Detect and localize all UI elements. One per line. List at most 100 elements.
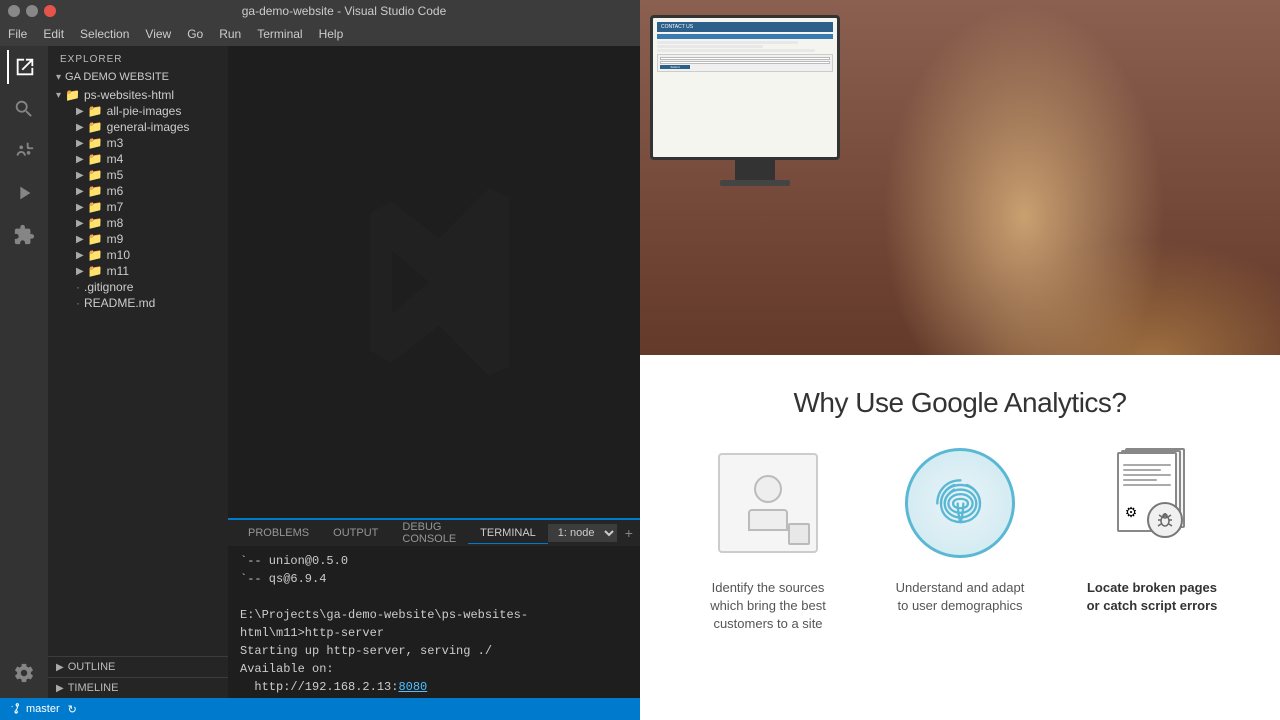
activity-bar: [0, 46, 48, 698]
terminal-line: `-- union@0.5.0: [240, 552, 628, 570]
git-branch-indicator[interactable]: master: [8, 702, 60, 716]
feature-text-bugs: Locate broken pages or catch script erro…: [1087, 579, 1218, 615]
menu-terminal[interactable]: Terminal: [257, 27, 302, 41]
website-content-block: [657, 45, 763, 48]
terminal-line: [240, 588, 628, 606]
folder-arrow-icon: ▶: [76, 186, 84, 197]
outline-arrow-icon: ▶: [56, 662, 64, 673]
run-debug-activity-icon[interactable]: [7, 176, 41, 210]
tab-debug-console[interactable]: DEBUG CONSOLE: [390, 517, 468, 550]
menu-edit[interactable]: Edit: [43, 27, 64, 41]
explorer-tree: ▾ 📁 ps-websites-html ▶ 📁 all-pie-images …: [48, 85, 228, 313]
folder-label: m6: [107, 184, 124, 198]
folder-icon: 📁: [88, 168, 103, 182]
tree-item-m4[interactable]: ▶ 📁 m4: [48, 151, 228, 167]
folder-label: m8: [107, 216, 124, 230]
terminal-instance-selector[interactable]: 1: node: [548, 524, 617, 542]
tree-item-m8[interactable]: ▶ 📁 m8: [48, 215, 228, 231]
slide-title: Why Use Google Analytics?: [640, 355, 1280, 443]
tree-item-m9[interactable]: ▶ 📁 m9: [48, 231, 228, 247]
sidebar-bottom: ▶ OUTLINE ▶ TIMELINE: [48, 656, 228, 698]
menu-run[interactable]: Run: [219, 27, 241, 41]
file-icon: ·: [76, 280, 80, 294]
folder-label: ps-websites-html: [84, 88, 174, 102]
sidebar-explorer: Explorer ▾ GA DEMO WEBSITE ▾ 📁 ps-websit…: [48, 46, 228, 698]
website-input: [660, 61, 830, 64]
minimize-button[interactable]: [8, 5, 20, 17]
source-control-activity-icon[interactable]: [7, 134, 41, 168]
window-title: ga-demo-website - Visual Studio Code: [56, 4, 632, 18]
folder-arrow-icon: ▶: [76, 202, 84, 213]
folder-arrow-icon: ▶: [76, 122, 84, 133]
project-section[interactable]: ▾ GA DEMO WEBSITE: [48, 69, 228, 85]
main-area: Explorer ▾ GA DEMO WEBSITE ▾ 📁 ps-websit…: [0, 46, 640, 698]
tree-item-m5[interactable]: ▶ 📁 m5: [48, 167, 228, 183]
git-branch-label: master: [26, 703, 60, 715]
maximize-button[interactable]: [26, 5, 38, 17]
menu-selection[interactable]: Selection: [80, 27, 129, 41]
folder-icon: 📁: [88, 120, 103, 134]
folder-icon: 📁: [88, 152, 103, 166]
timeline-section[interactable]: ▶ TIMELINE: [48, 677, 228, 698]
folder-icon: 📁: [65, 88, 80, 102]
terminal-content[interactable]: `-- union@0.5.0 `-- qs@6.9.4 E:\Projects…: [228, 546, 640, 698]
sync-button[interactable]: ↻: [68, 703, 77, 716]
menu-help[interactable]: Help: [319, 27, 344, 41]
menu-view[interactable]: View: [145, 27, 171, 41]
tree-item-ps-websites-html[interactable]: ▾ 📁 ps-websites-html: [48, 87, 228, 103]
feature-card-sources: Identify the sources which bring the bes…: [688, 443, 848, 634]
tree-item-m3[interactable]: ▶ 📁 m3: [48, 135, 228, 151]
tree-item-m10[interactable]: ▶ 📁 m10: [48, 247, 228, 263]
search-activity-icon[interactable]: [7, 92, 41, 126]
feature-icon-bugs: ⚙: [1092, 443, 1212, 563]
menu-file[interactable]: File: [8, 27, 27, 41]
terminal-add-button[interactable]: +: [625, 525, 633, 541]
feature-text-line1: Understand and adapt: [896, 580, 1025, 595]
close-button[interactable]: [44, 5, 56, 17]
menu-go[interactable]: Go: [187, 27, 203, 41]
feature-text-line2: or catch script errors: [1087, 598, 1218, 613]
document-pages-icon: ⚙: [1117, 448, 1187, 533]
tab-output[interactable]: OUTPUT: [321, 523, 390, 544]
person-head-icon: [754, 475, 782, 503]
folder-label: m7: [107, 200, 124, 214]
doc-page-front-icon: ⚙: [1117, 452, 1177, 532]
terminal-panel: PROBLEMS OUTPUT DEBUG CONSOLE TERMINAL 1…: [228, 518, 640, 698]
editor-area: PROBLEMS OUTPUT DEBUG CONSOLE TERMINAL 1…: [228, 46, 640, 698]
tree-item-m11[interactable]: ▶ 📁 m11: [48, 263, 228, 279]
doc-line-icon: [1123, 469, 1161, 471]
folder-icon: 📁: [88, 184, 103, 198]
folder-icon: 📁: [88, 104, 103, 118]
tree-item-general-images[interactable]: ▶ 📁 general-images: [48, 119, 228, 135]
terminal-line: E:\Projects\ga-demo-website\ps-websites-…: [240, 606, 628, 642]
fingerprint-circle-icon: [905, 448, 1015, 558]
tree-item-gitignore[interactable]: · .gitignore: [48, 279, 228, 295]
tree-item-readme[interactable]: · README.md: [48, 295, 228, 311]
statusbar: master ↻: [0, 698, 640, 720]
doc-line-icon: [1123, 479, 1157, 481]
explorer-header: Explorer: [48, 46, 228, 69]
settings-activity-icon[interactable]: [7, 656, 41, 690]
features-row: Identify the sources which bring the bes…: [640, 443, 1280, 634]
timeline-arrow-icon: ▶: [56, 683, 64, 694]
website-content-block: [657, 41, 798, 44]
folder-label: m5: [107, 168, 124, 182]
folder-label: m4: [107, 152, 124, 166]
folder-label: general-images: [107, 120, 190, 134]
folder-label: m10: [107, 248, 130, 262]
outline-section[interactable]: ▶ OUTLINE: [48, 656, 228, 677]
doc-bug-icon: ⚙: [1102, 448, 1202, 558]
tree-item-all-pie-images[interactable]: ▶ 📁 all-pie-images: [48, 103, 228, 119]
explorer-activity-icon[interactable]: [7, 50, 41, 84]
monitor-frame: CONTACT US Submit: [650, 15, 840, 160]
tree-item-m6[interactable]: ▶ 📁 m6: [48, 183, 228, 199]
feature-icon-sources: [708, 443, 828, 563]
tree-item-m7[interactable]: ▶ 📁 m7: [48, 199, 228, 215]
folder-label: m11: [107, 264, 129, 278]
extensions-activity-icon[interactable]: [7, 218, 41, 252]
tab-problems[interactable]: PROBLEMS: [236, 523, 321, 544]
website-nav: [657, 34, 833, 39]
fingerprint-svg: [928, 471, 993, 536]
website-content-block: [657, 49, 815, 52]
tab-terminal[interactable]: TERMINAL: [468, 523, 548, 544]
